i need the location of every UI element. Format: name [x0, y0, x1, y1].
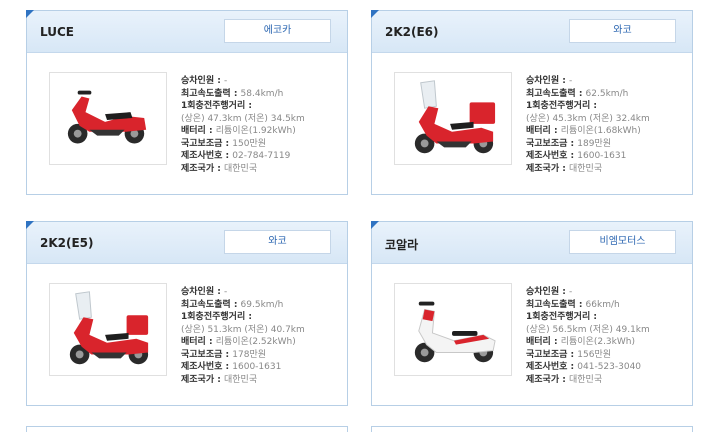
spec-country: 제조국가 : 대한민국 — [181, 163, 258, 174]
vehicle-card: LUCE 에코카 승차인원 : - 최고속도출력 : 58.4km/h 1회충전… — [26, 10, 348, 195]
spec-battery: 배터리 : 리튬이온(2.3kWh) — [526, 337, 635, 347]
brand-button[interactable]: 비엠모터스 — [569, 230, 676, 254]
spec-country: 제조국가 : 대한민국 — [181, 374, 258, 385]
spec-list: 승차인원 : - 최고속도출력 : 66km/h 1회충전주행거리 : (상온)… — [526, 286, 686, 386]
spec-country: 제조국가 : 대한민국 — [526, 163, 603, 174]
spec-range-label: 1회충전주행거리 : — [526, 312, 597, 322]
brand-button[interactable]: 와코 — [569, 19, 676, 43]
card-header: 2K2(E5) 와코 — [26, 221, 347, 264]
spec-top-speed: 최고속도출력 : 69.5km/h — [181, 299, 284, 310]
vehicle-photo[interactable] — [394, 72, 512, 165]
spec-battery: 배터리 : 리튬이온(1.92kWh) — [181, 126, 296, 136]
vehicle-photo[interactable] — [49, 72, 167, 165]
spec-range-value: (상온) 45.3km (저온) 32.4km — [526, 113, 650, 124]
spec-range-value: (상온) 51.3km (저온) 40.7km — [181, 324, 305, 335]
spec-battery: 배터리 : 리튬이온(2.52kWh) — [181, 337, 296, 347]
card-header: 2K2(E6) 와코 — [371, 10, 692, 53]
spec-contact: 제조사번호 : 1600-1631 — [526, 151, 627, 161]
spec-capacity: 승차인원 : - — [181, 76, 228, 86]
card-header: LUCE 에코카 — [26, 10, 347, 53]
spec-capacity: 승차인원 : - — [181, 287, 228, 297]
spec-range-label: 1회충전주행거리 : — [526, 101, 597, 111]
brand-button[interactable]: 에코카 — [224, 19, 331, 43]
vehicle-card: 2K2(E5) 와코 승차인원 : - 최고속도출력 : 69.5km/h 1회… — [26, 221, 348, 406]
model-name: 코알라 — [385, 238, 419, 252]
spec-contact: 제조사번호 : 041-523-3040 — [526, 362, 642, 372]
spec-top-speed: 최고속도출력 : 58.4km/h — [181, 88, 284, 99]
vehicle-photo[interactable] — [394, 283, 512, 376]
vehicle-card: 코알라 비엠모터스 승차인원 : - 최고속도출력 : 66km/h 1회충전주… — [371, 221, 693, 406]
corner-accent — [26, 221, 34, 229]
brand-button[interactable]: 와코 — [224, 230, 331, 254]
spec-list: 승차인원 : - 최고속도출력 : 58.4km/h 1회충전주행거리 : (상… — [181, 75, 341, 175]
red-scooter-image — [67, 90, 147, 144]
spec-country: 제조국가 : 대한민국 — [526, 374, 603, 385]
spec-contact: 제조사번호 : 1600-1631 — [181, 362, 282, 372]
spec-subsidy: 국고보조금 : 189만원 — [526, 138, 612, 149]
red-delivery-scooter-image — [69, 291, 149, 365]
spec-top-speed: 최고속도출력 : 62.5km/h — [526, 88, 629, 99]
vehicle-card-partial — [26, 426, 348, 432]
model-name: LUCE — [40, 25, 74, 39]
spec-range-label: 1회충전주행거리 : — [181, 101, 252, 111]
spec-contact: 제조사번호 : 02-784-7119 — [181, 151, 291, 161]
white-red-scooter-image — [414, 301, 496, 363]
model-name: 2K2(E5) — [40, 236, 94, 250]
card-header: 코알라 비엠모터스 — [371, 221, 692, 264]
spec-battery: 배터리 : 리튬이온(1.68kWh) — [526, 126, 641, 136]
corner-accent — [26, 10, 34, 18]
model-name: 2K2(E6) — [385, 25, 439, 39]
spec-subsidy: 국고보조금 : 156만원 — [526, 349, 612, 360]
spec-range-value: (상온) 47.3km (저온) 34.5km — [181, 113, 305, 124]
vehicle-photo[interactable] — [49, 283, 167, 376]
spec-capacity: 승차인원 : - — [526, 76, 573, 86]
corner-accent — [371, 221, 379, 229]
vehicle-card: 2K2(E6) 와코 승차인원 : - 최고속도출력 : 62.5km/h 1회… — [371, 10, 693, 195]
spec-list: 승차인원 : - 최고속도출력 : 69.5km/h 1회충전주행거리 : (상… — [181, 286, 341, 386]
corner-accent — [371, 10, 379, 18]
spec-subsidy: 국고보조금 : 150만원 — [181, 138, 267, 149]
spec-list: 승차인원 : - 최고속도출력 : 62.5km/h 1회충전주행거리 : (상… — [526, 75, 686, 175]
red-delivery-scooter-image — [414, 80, 496, 154]
spec-top-speed: 최고속도출력 : 66km/h — [526, 299, 620, 310]
spec-capacity: 승차인원 : - — [526, 287, 573, 297]
spec-range-value: (상온) 56.5km (저온) 49.1km — [526, 324, 650, 335]
vehicle-card-partial — [371, 426, 693, 432]
spec-range-label: 1회충전주행거리 : — [181, 312, 252, 322]
spec-subsidy: 국고보조금 : 178만원 — [181, 349, 267, 360]
